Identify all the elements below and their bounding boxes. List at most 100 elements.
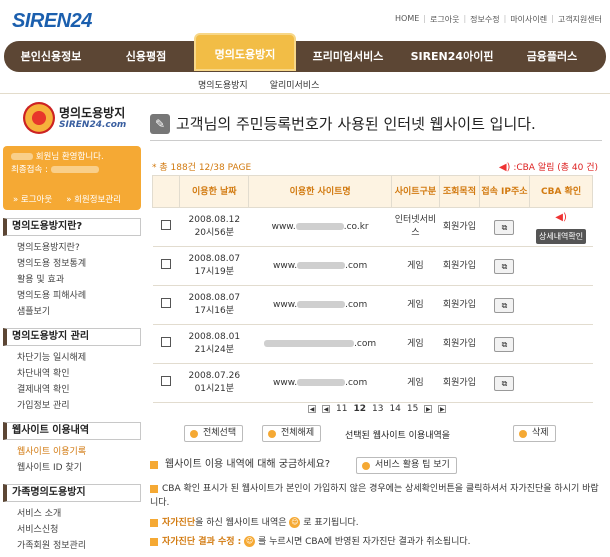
top-link-home[interactable]: HOME xyxy=(395,14,419,25)
gnb-credit-score[interactable]: 신용평점 xyxy=(98,41,194,72)
welcome-text: 회원님 환영합니다. xyxy=(35,152,104,162)
menu-head-website-usage[interactable]: 웹사이트 이용내역 xyxy=(3,422,141,440)
row-checkbox[interactable] xyxy=(161,336,172,347)
row-date: 2008.07.26 01시21분 xyxy=(179,363,249,403)
row-site: www. .com xyxy=(248,285,392,325)
siren24-logo[interactable]: SIREN24 xyxy=(12,10,112,38)
gnb-finance-plus[interactable]: 금융플러스 xyxy=(504,41,600,72)
menu-head-family[interactable]: 가족명의도용방지 xyxy=(3,484,141,502)
row-purpose: 회원가입 xyxy=(439,324,480,364)
table-row: 2008.07.26 01시21분 www. .com 게임 회원가입 ⧉ xyxy=(152,363,593,403)
speaker-icon: ◀) xyxy=(498,162,511,173)
menu-item[interactable]: 차단기능 일시해제 xyxy=(17,350,141,366)
page-link[interactable]: 14 xyxy=(389,404,400,414)
masked-site xyxy=(297,300,346,308)
row-type: 인터넷서비스 xyxy=(391,207,440,247)
col-site: 이용한 사이트명 xyxy=(248,175,392,208)
row-checkbox[interactable] xyxy=(161,375,172,386)
detail-check-button[interactable]: 상세내역확인 xyxy=(535,228,587,244)
prev-page-icon[interactable]: ◀ xyxy=(322,405,330,413)
gnb-ipin[interactable]: SIREN24아이핀 xyxy=(400,41,504,72)
top-link-my-siren[interactable]: 마이사이렌 xyxy=(510,14,547,25)
record-count: * 총 188건 12/38 PAGE xyxy=(152,163,252,173)
col-purpose: 조회목적 xyxy=(439,175,480,208)
row-date: 2008.08.01 21시24분 xyxy=(179,324,249,364)
row-date: 2008.08.07 17시16분 xyxy=(179,285,249,325)
masked-site xyxy=(297,378,346,386)
menu-item[interactable]: 명의도용 정보통계 xyxy=(17,256,141,272)
row-checkbox[interactable] xyxy=(161,219,172,230)
gnb-premium[interactable]: 프리미엄서비스 xyxy=(296,41,400,72)
member-info-link[interactable]: » 회원정보관리 xyxy=(66,193,121,205)
top-link-edit-info[interactable]: 정보수정 xyxy=(470,14,499,25)
menu-item[interactable]: 서비스신청 xyxy=(17,522,141,538)
table-row: 2008.08.07 17시19분 www. .com 게임 회원가입 ⧉ xyxy=(152,246,593,286)
row-type: 게임 xyxy=(391,285,440,325)
subnav-identity-protection[interactable]: 명의도용방지 xyxy=(198,78,248,91)
smile-icon: ☺ xyxy=(244,536,256,547)
menu-item[interactable]: 결제내역 확인 xyxy=(17,382,141,398)
menu-head-management[interactable]: 명의도용방지 관리 xyxy=(3,328,141,346)
divider xyxy=(0,93,610,94)
last-page-icon[interactable]: ▶ xyxy=(438,405,447,413)
row-checkbox[interactable] xyxy=(161,297,172,308)
note-cba: CBA 확인 표시가 된 웹사이트가 본인이 가입하지 않은 경우에는 상세확인… xyxy=(150,484,599,508)
subnav-alert-service[interactable]: 알리미서비스 xyxy=(270,78,320,91)
row-type: 게임 xyxy=(391,363,440,403)
page-link[interactable]: 13 xyxy=(372,404,383,414)
delete-button[interactable]: 삭제 xyxy=(513,425,556,442)
login-box: 회원님 환영합니다. 최종접속 : » 로그아웃 » 회원정보관리 xyxy=(3,146,141,210)
view-ip-button[interactable]: ⧉ xyxy=(494,219,515,235)
row-type: 게임 xyxy=(391,246,440,286)
service-tip-button[interactable]: 서비스 활용 팁 보기 xyxy=(356,457,457,474)
logout-link[interactable]: » 로그아웃 xyxy=(13,193,52,205)
col-cba: CBA 확인 xyxy=(529,175,593,208)
last-login-label: 최종접속 : xyxy=(11,165,48,175)
masked-site xyxy=(264,339,355,347)
menu-head-about[interactable]: 명의도용방지란? xyxy=(3,218,141,236)
page-title: ✎ 고객님의 주민등록번호가 사용된 인터넷 웹사이트 입니다. xyxy=(150,113,536,134)
smile-icon: ☺ xyxy=(289,517,301,528)
row-cba: ◀) 상세내역확인 xyxy=(529,207,593,247)
deselect-all-button[interactable]: 전체해제 xyxy=(262,425,322,442)
top-link-support[interactable]: 고객지원센터 xyxy=(558,14,602,25)
menu-item[interactable]: 명의도용 피해사례 xyxy=(17,288,141,304)
menu-item-active[interactable]: 웹사이트 이용기록 xyxy=(17,444,141,460)
next-page-icon[interactable]: ▶ xyxy=(424,405,433,413)
pencil-icon: ✎ xyxy=(150,113,170,134)
menu-item[interactable]: 샘플보기 xyxy=(17,304,141,320)
menu-item[interactable]: 차단내역 확인 xyxy=(17,366,141,382)
col-ip: 접속 IP주소 xyxy=(478,175,531,208)
menu-item[interactable]: 가입정보 관리 xyxy=(17,398,141,414)
page-link[interactable]: 15 xyxy=(407,404,418,414)
menu-item[interactable]: 웹사이트 ID 찾기 xyxy=(17,460,141,476)
col-check xyxy=(151,175,181,208)
selected-label: 선택된 웹사이트 이용내역을 xyxy=(345,431,451,441)
page-link-current[interactable]: 12 xyxy=(353,404,366,414)
view-ip-button[interactable]: ⧉ xyxy=(494,258,515,274)
row-checkbox[interactable] xyxy=(161,258,172,269)
row-cba xyxy=(529,324,593,364)
menu-item[interactable]: 서비스 소개 xyxy=(17,506,141,522)
top-link-logout[interactable]: 로그아웃 xyxy=(430,14,459,25)
view-ip-button[interactable]: ⧉ xyxy=(494,297,515,313)
global-nav: 본인신용정보 신용평점 명의도용방지 프리미엄서비스 SIREN24아이핀 금융… xyxy=(4,32,606,72)
menu-item[interactable]: 가족회원 정보관리 xyxy=(17,538,141,554)
gnb-identity-protection[interactable]: 명의도용방지 xyxy=(194,32,296,71)
sidebar-brand: 명의도용방지 SIREN24.com xyxy=(3,98,141,140)
bullet-icon xyxy=(150,518,158,527)
sub-nav: 명의도용방지 알리미서비스 xyxy=(198,78,319,91)
menu-item[interactable]: 명의도용방지란? xyxy=(17,240,141,256)
menu-item[interactable]: 활용 및 효과 xyxy=(17,272,141,288)
view-ip-button[interactable]: ⧉ xyxy=(494,336,515,352)
page-link[interactable]: 11 xyxy=(336,404,347,414)
select-all-button[interactable]: 전체선택 xyxy=(184,425,244,442)
sidebar-title: 명의도용방지 xyxy=(59,106,126,120)
bullet-icon xyxy=(150,484,158,493)
row-site: www. .com xyxy=(248,363,392,403)
cba-alert-text: :CBA 알림 (총 40 건) xyxy=(513,163,598,173)
gnb-credit-info[interactable]: 본인신용정보 xyxy=(4,41,98,72)
first-page-icon[interactable]: ◀ xyxy=(308,405,316,413)
cba-alert-count: ◀) :CBA 알림 (총 40 건) xyxy=(499,160,598,173)
view-ip-button[interactable]: ⧉ xyxy=(494,375,515,391)
